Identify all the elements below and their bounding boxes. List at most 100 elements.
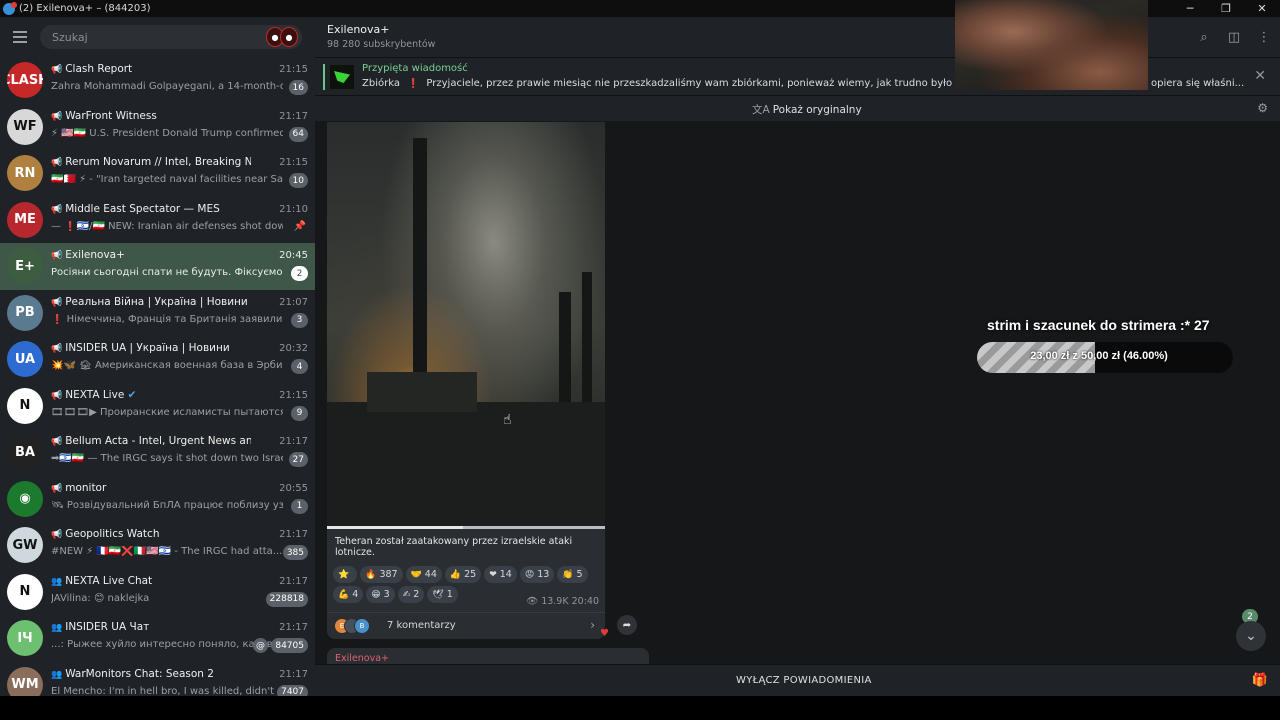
- channel-icon: 📢: [51, 65, 63, 76]
- chat-list-item[interactable]: N 👥 NEXTA Live Chat 21:17 JAVilina: 😊 nak…: [0, 569, 315, 616]
- reaction-chip[interactable]: 😡 13: [519, 566, 555, 583]
- chat-preview: El Mencho: I'm in hell bro, I was killed…: [51, 685, 283, 696]
- donation-goal-bar: 23,00 zł z 50,00 zł (46.00%): [977, 342, 1233, 373]
- chat-list-item[interactable]: UA 📢 INSIDER UA | Україна | Новини 20:32 …: [0, 336, 315, 383]
- chat-list-item[interactable]: WM 👥 WarMonitors Chat: Season 2 21:17 El …: [0, 662, 315, 696]
- channel-icon: 📢: [51, 344, 63, 355]
- menu-icon[interactable]: [0, 31, 40, 43]
- channel-icon: 📢: [51, 483, 63, 494]
- channel-icon: 📢: [51, 297, 63, 308]
- chat-list-item[interactable]: ME 📢 Middle East Spectator — MES 21:10 — …: [0, 197, 315, 244]
- translate-settings-icon[interactable]: ⚙: [1257, 101, 1268, 115]
- reaction-emoji: 😁: [371, 589, 381, 600]
- share-icon[interactable]: ➦: [617, 615, 637, 635]
- chat-name-text: Bellum Acta - Intel, Urgent News and Arc…: [65, 435, 251, 448]
- channel-footer: WYŁĄCZ POWIADOMIENIA 🎁: [315, 664, 1280, 696]
- avatar: ME: [7, 201, 43, 238]
- sidebar-toggle-icon[interactable]: ◫: [1226, 29, 1242, 45]
- avatar: CLASH: [7, 62, 43, 99]
- show-original-button[interactable]: 文A Pokaż oryginalny: [752, 102, 862, 117]
- webcam-overlay: [955, 0, 1148, 90]
- reaction-count: 25: [464, 569, 477, 580]
- chat-list-item[interactable]: GW 📢 Geopolitics Watch 21:17 #NEW ⚡ 🇫🇷🇮🇷❌…: [0, 522, 315, 569]
- reaction-chip[interactable]: ⭐: [333, 566, 358, 583]
- story-icons[interactable]: ● ●: [266, 27, 298, 47]
- search-input[interactable]: Szukaj ● ●: [40, 25, 302, 49]
- post-meta: 👁 13.9K 20:40: [526, 596, 599, 607]
- chat-body: 📢 Exilenova+ 20:45 Росіяни сьогодні спати…: [51, 248, 308, 284]
- chat-time: 20:45: [279, 250, 308, 262]
- chat-list-item[interactable]: РВ 📢 Реальна Війна | Україна | Новини 21:…: [0, 290, 315, 337]
- post-author: Exilenova+: [335, 653, 389, 664]
- chat-name-text: INSIDER UA | Україна | Новини: [65, 342, 230, 355]
- reaction-chip[interactable]: 🔥 387: [360, 566, 403, 583]
- chat-time: 21:15: [279, 157, 308, 169]
- mention-icon: @: [253, 638, 268, 654]
- close-pinned-icon[interactable]: ✕: [1254, 68, 1266, 84]
- chat-time: 21:07: [279, 296, 308, 308]
- unread-badge: 1: [291, 498, 308, 514]
- pin-icon: 📌: [293, 220, 306, 232]
- close-button[interactable]: ✕: [1244, 0, 1280, 17]
- unread-badge: 2: [291, 266, 308, 282]
- heart-icon: ♥: [600, 628, 609, 639]
- reaction-chip[interactable]: 👏 5: [557, 566, 588, 583]
- mute-notifications-button[interactable]: WYŁĄCZ POWIADOMIENIA: [736, 675, 872, 686]
- group-icon: 👥: [51, 623, 63, 634]
- chat-list-item[interactable]: E+ 📢 Exilenova+ 20:45 Росіяни сьогодні сп…: [0, 243, 315, 290]
- reaction-count: 14: [499, 569, 512, 580]
- chat-body: 📢 Реальна Війна | Україна | Новини 21:07 …: [51, 295, 308, 331]
- video-preview[interactable]: ☝: [327, 122, 605, 526]
- reaction-chip[interactable]: ❤ 14: [484, 566, 517, 583]
- chimney-shape: [413, 138, 427, 398]
- chat-preview: Росіяни сьогодні спати не будуть. Фіксує…: [51, 267, 283, 279]
- gift-icon[interactable]: 🎁: [1252, 673, 1268, 688]
- avatar: E+: [7, 248, 43, 285]
- chat-list-item[interactable]: ◉ 📢 monitor 20:55 🛰 Розвідувальний БпЛА п…: [0, 476, 315, 523]
- chat-list-item[interactable]: WF 📢 WarFront Witness 21:17 ⚡ 🇺🇸🇮🇷 U.S. P…: [0, 104, 315, 151]
- reaction-chip[interactable]: ✍ 2: [397, 586, 425, 603]
- story-avatar-icon[interactable]: ●: [280, 27, 298, 47]
- chat-time: 21:15: [279, 64, 308, 76]
- search-icon[interactable]: ⌕: [1196, 29, 1212, 45]
- group-icon: 👥: [51, 576, 63, 587]
- channel-icon: 📢: [51, 251, 63, 262]
- chat-list-sidebar: Szukaj ● ● CLASH 📢Clash Report 21:15 Zah…: [0, 17, 315, 696]
- maximize-button[interactable]: ❐: [1208, 0, 1244, 17]
- translate-icon: 文A: [752, 104, 770, 116]
- unread-badge: 385: [282, 545, 308, 561]
- next-post: Exilenova+: [327, 648, 649, 664]
- chat-time: 21:17: [279, 575, 308, 587]
- pinned-thumbnail: [330, 65, 354, 89]
- chat-name-text: WarFront Witness: [65, 109, 157, 122]
- subscriber-count: 98 280 subskrybentów: [327, 39, 436, 50]
- video-progress-bar[interactable]: [327, 526, 605, 529]
- reaction-emoji: 💪: [338, 589, 350, 600]
- chat-time: 20:32: [279, 343, 308, 355]
- reaction-chip[interactable]: 💪 4: [333, 586, 364, 603]
- reaction-chip[interactable]: 🕊 1: [427, 586, 458, 603]
- chat-time: 20:55: [279, 482, 308, 494]
- more-menu-icon[interactable]: ⋮: [1256, 29, 1272, 45]
- chat-list-item[interactable]: N 📢 NEXTA Live ✔ 21:15 🎞🎞🎞▶ Проиранские и…: [0, 383, 315, 430]
- chat-list-item[interactable]: IЧ 👥 INSIDER UA Чат 21:17 ...: Рыжее хуйл…: [0, 615, 315, 662]
- unread-badge: 3: [291, 312, 308, 328]
- comments-button[interactable]: E B 7 komentarzy ›: [327, 612, 605, 639]
- window-controls: ─ ❐ ✕: [1172, 0, 1280, 17]
- chat-list-item[interactable]: RN 📢Rerum Novarum // Intel, Breaking New…: [0, 150, 315, 197]
- chat-list-item[interactable]: BA 📢Bellum Acta - Intel, Urgent News and…: [0, 429, 315, 476]
- scroll-down-button[interactable]: ⌄: [1236, 621, 1266, 651]
- reaction-emoji: 😡: [524, 569, 535, 580]
- chat-list-item[interactable]: CLASH 📢Clash Report 21:15 Zahra Mohammad…: [0, 57, 315, 104]
- chat-body: 📢 NEXTA Live ✔ 21:15 🎞🎞🎞▶ Проиранские исл…: [51, 388, 308, 424]
- commenter-avatars: E B: [334, 618, 370, 634]
- reaction-count: 4: [352, 589, 359, 600]
- reaction-chip[interactable]: 🤝 44: [405, 566, 442, 583]
- reaction-emoji: ⭐: [338, 569, 350, 580]
- reaction-chip[interactable]: 👍 25: [444, 566, 482, 583]
- reaction-chip[interactable]: 😁 3: [366, 586, 395, 603]
- minimize-button[interactable]: ─: [1172, 0, 1208, 17]
- chat-name-text: Middle East Spectator — MES: [65, 202, 220, 215]
- avatar: IЧ: [7, 620, 43, 657]
- goal-title-text: strim i szacunek do strimera :*: [987, 317, 1191, 333]
